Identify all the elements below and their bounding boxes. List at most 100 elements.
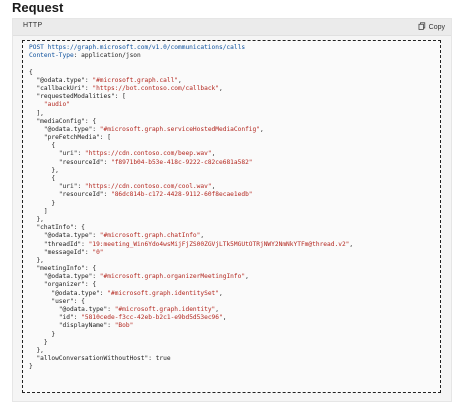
section-heading: Request xyxy=(12,0,64,15)
code-line: } xyxy=(29,200,440,208)
code-line: "allowConversationWithoutHost": true xyxy=(29,355,440,363)
code-token: : { xyxy=(84,281,97,289)
code-token: : xyxy=(103,158,111,166)
code-line: "@odata.type": "#microsoft.graph.call", xyxy=(29,77,440,85)
code-token: "mediaConfig" xyxy=(36,117,85,125)
code-string: "5810cede-f3cc-42eb-b2c1-e9bd5d53ec96" xyxy=(81,314,223,322)
code-token: : { xyxy=(73,297,85,305)
code-token: } xyxy=(51,330,56,338)
code-string: "#microsoft.graph.organizerMeetingInfo" xyxy=(99,273,246,281)
code-string: "#microsoft.graph.chatInfo" xyxy=(99,232,201,240)
copy-button[interactable]: Copy xyxy=(418,21,445,33)
code-string: "Bob" xyxy=(114,322,134,330)
code-line: "organizer": { xyxy=(29,281,440,289)
code-content[interactable]: POST https://graph.microsoft.com/v1.0/co… xyxy=(22,40,441,393)
code-line: }, xyxy=(29,347,440,355)
code-line: { xyxy=(29,175,440,183)
code-token: "@odata.type" xyxy=(58,306,108,313)
code-token: : xyxy=(81,240,89,248)
code-line: "@odata.type": "#microsoft.graph.identit… xyxy=(29,290,440,298)
code-line: "@odata.type": "#microsoft.graph.identit… xyxy=(29,306,440,314)
code-token: }, xyxy=(36,256,44,264)
code-token: : [ xyxy=(99,134,111,142)
code-token: : [ xyxy=(114,93,126,101)
code-token: } xyxy=(51,199,56,207)
code-line: "threadId": "19:meeting_Win6Ydo4wsMijFjZ… xyxy=(29,241,440,249)
code-string: "86dc814b-c172-4428-9112-60f8ecae1edb" xyxy=(110,191,253,199)
code-token: "chatInfo" xyxy=(36,224,74,232)
code-token: "messageId" xyxy=(43,248,85,256)
code-string: "0" xyxy=(92,248,104,256)
code-line: "displayName": "Bob" xyxy=(29,322,440,330)
code-token: : { xyxy=(84,265,97,273)
code-line: ] xyxy=(29,208,440,216)
code-line: ], xyxy=(29,110,440,118)
code-token: , xyxy=(215,306,220,313)
code-token: "@odata.type" xyxy=(36,76,85,84)
code-string: "#microsoft.graph.serviceHostedMediaConf… xyxy=(99,125,260,133)
code-token: "uri" xyxy=(58,183,78,191)
code-request-line: POST https://graph.microsoft.com/v1.0/co… xyxy=(29,44,246,51)
code-string: "f8971b04-b53e-418c-9222-c82ce681a582" xyxy=(110,158,253,166)
code-token: { xyxy=(51,142,56,150)
code-line: "resourceId": "86dc814b-c172-4428-9112-6… xyxy=(29,191,440,199)
code-line: } xyxy=(29,339,440,347)
code-token: { xyxy=(29,68,33,76)
code-line: } xyxy=(29,331,440,339)
code-string: "#microsoft.graph.identitySet" xyxy=(107,289,220,297)
code-line: "user": { xyxy=(29,298,440,306)
code-token: "resourceId" xyxy=(58,158,104,166)
code-token: ] xyxy=(43,207,48,215)
code-line: }, xyxy=(29,257,440,265)
code-line: "@odata.type": "#microsoft.graph.organiz… xyxy=(29,273,440,281)
code-token: "@odata.type" xyxy=(51,289,100,297)
code-line: "resourceId": "f8971b04-b53e-418c-9222-c… xyxy=(29,159,440,167)
code-token: : application/json xyxy=(73,52,141,60)
code-line: } xyxy=(29,363,440,371)
code-token: "requestedModalities" xyxy=(36,93,115,101)
code-block-header: HTTP Copy xyxy=(13,19,451,36)
code-token: , xyxy=(349,240,354,248)
code-line: "preFetchMedia": [ xyxy=(29,134,440,142)
code-token: : xyxy=(107,306,115,313)
copy-label: Copy xyxy=(428,23,445,31)
code-token: , xyxy=(200,232,205,240)
code-string: "#microsoft.graph.identity" xyxy=(114,306,216,313)
code-token: "preFetchMedia" xyxy=(43,134,100,142)
code-token: : { xyxy=(84,117,97,125)
code-token: : xyxy=(92,232,100,240)
code-token: : xyxy=(77,150,85,158)
code-token: , xyxy=(178,76,182,84)
page: Request HTTP Copy POST https://graph.mic… xyxy=(0,0,474,410)
code-line: "mediaConfig": { xyxy=(29,118,440,126)
code-line: "@odata.type": "#microsoft.graph.chatInf… xyxy=(29,232,440,240)
code-token: true xyxy=(155,355,171,363)
code-string: "https://bot.contoso.com/callback" xyxy=(92,84,220,92)
code-token: "callbackUri" xyxy=(36,84,85,92)
code-token: , xyxy=(219,84,223,92)
code-token: "organizer" xyxy=(43,281,85,289)
code-language-label: HTTP xyxy=(23,22,43,29)
code-token: "@odata.type" xyxy=(43,273,93,281)
code-token: "user" xyxy=(51,297,74,305)
code-token: , xyxy=(211,150,216,158)
code-line: "chatInfo": { xyxy=(29,224,440,232)
code-string: "https://cdn.contoso.com/cool.wav" xyxy=(84,183,212,191)
code-token: : xyxy=(107,322,115,330)
code-token: "allowConversationWithoutHost" xyxy=(36,355,149,363)
code-line: { xyxy=(29,69,440,77)
code-token: , xyxy=(211,183,216,191)
code-token: "id" xyxy=(58,314,74,322)
code-token: { xyxy=(51,175,56,182)
code-token: }, xyxy=(36,215,44,223)
code-token: , xyxy=(222,314,227,322)
code-token: : xyxy=(92,125,100,133)
code-token: , xyxy=(259,125,264,133)
code-line: "meetingInfo": { xyxy=(29,265,440,273)
code-token: : { xyxy=(73,224,85,232)
copy-icon xyxy=(418,22,426,32)
code-token: ], xyxy=(36,109,44,117)
code-line: "uri": "https://cdn.contoso.com/beep.wav… xyxy=(29,150,440,158)
code-block: HTTP Copy POST https://graph.microsoft.c… xyxy=(12,18,452,402)
